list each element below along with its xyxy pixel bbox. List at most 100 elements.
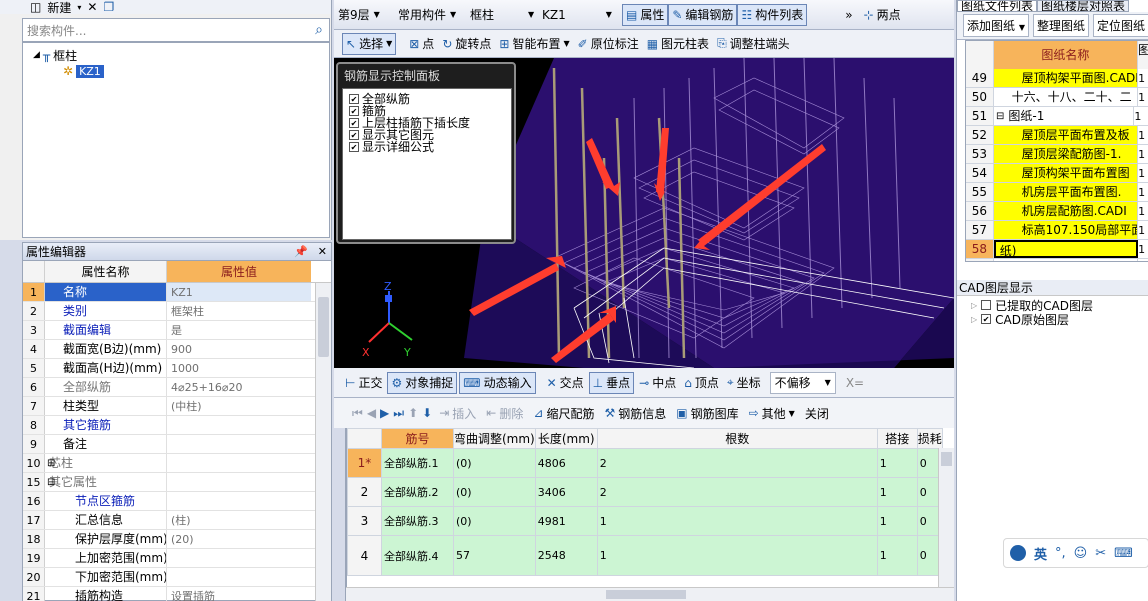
rebar-grid-hscrollbar[interactable] — [346, 587, 954, 601]
property-row[interactable]: 1 名称 KZ1 — [23, 283, 331, 302]
drawing-row[interactable]: 56 机房层配筋图.CADI 1 — [966, 202, 1148, 221]
rebar-lap[interactable]: 1 — [876, 477, 918, 507]
component-type-select[interactable]: 框柱 ▼ — [466, 4, 538, 26]
close-button[interactable]: 关闭 — [802, 402, 832, 424]
copy-icon[interactable]: ❐ — [103, 0, 114, 14]
organize-drawing-button[interactable]: 整理图纸 — [1033, 14, 1090, 37]
property-row[interactable]: 10 ⊞ 芯柱 — [23, 454, 331, 473]
emoji-icon[interactable]: ☺ — [1074, 546, 1088, 561]
rebar-grid-scrollbar[interactable] — [938, 448, 954, 601]
other-button[interactable]: ⇨ 其他 ▼ — [746, 402, 798, 424]
rebar-bend-adjust[interactable]: (0) — [453, 448, 536, 478]
intersection-button[interactable]: ✕ 交点 — [544, 372, 587, 394]
property-row[interactable]: 17 汇总信息 (柱) — [23, 511, 331, 530]
drawing-name[interactable]: 屋顶构架平面图.CADI — [993, 69, 1139, 87]
drawing-name[interactable]: 机房层配筋图.CADI — [993, 202, 1139, 220]
move-down-icon[interactable]: ⬇ — [422, 406, 432, 420]
ime-language[interactable]: 英 — [1034, 544, 1047, 563]
drawing-row[interactable]: 58 纸) 1 — [966, 240, 1148, 259]
property-value[interactable] — [167, 492, 311, 510]
component-list-button[interactable]: ☷ 构件列表 — [737, 3, 808, 26]
object-snap-button[interactable]: ⚙ 对象捕捉 — [387, 371, 458, 394]
property-row[interactable]: 15 ⊟ 其它属性 — [23, 473, 331, 492]
new-icon[interactable]: ◫ — [30, 0, 41, 14]
rebar-lap[interactable]: 1 — [876, 506, 918, 536]
first-record-icon[interactable]: ⏮ — [352, 406, 363, 421]
new-button[interactable]: 新建 — [47, 0, 71, 15]
property-value[interactable]: 900 — [167, 340, 311, 358]
cad-layer-original[interactable]: ▷ ✔ CAD原始图层 — [971, 312, 1069, 327]
rebar-bar-no[interactable]: 全部纵筋.1 — [381, 448, 454, 478]
drawing-row[interactable]: 53 屋顶层梁配筋图-1. 1 — [966, 145, 1148, 164]
tree-child-node[interactable]: ✲ KZ1 — [33, 63, 329, 79]
property-value[interactable] — [167, 435, 311, 453]
rebar-lap[interactable]: 1 — [876, 535, 918, 576]
property-row[interactable]: 16 节点区箍筋 — [23, 492, 331, 511]
drawing-name[interactable]: 屋顶层平面布置及板 — [993, 126, 1139, 144]
rotate-point-button[interactable]: ↻ 旋转点 — [439, 33, 494, 55]
rebar-row[interactable]: 1* 全部纵筋.1 (0) 4806 2 1 0 — [347, 448, 943, 478]
insert-button[interactable]: ⇥ 插入 — [436, 402, 479, 424]
collapse-icon[interactable]: ⊟ — [994, 107, 1004, 125]
search-input[interactable]: 搜索构件... ⌕ — [22, 18, 330, 42]
ime-toolbar[interactable]: 英 °, ☺ ✂ ⌨ — [1003, 538, 1148, 568]
property-value[interactable] — [167, 416, 311, 434]
rebar-bar-no[interactable]: 全部纵筋.3 — [381, 506, 454, 536]
point-button[interactable]: ⊠ 点 — [406, 33, 437, 55]
scale-rebar-button[interactable]: ⊿ 缩尺配筋 — [530, 402, 597, 424]
search-icon[interactable]: ⌕ — [315, 22, 323, 38]
add-drawing-button[interactable]: 添加图纸 ▼ — [963, 14, 1029, 37]
in-situ-annotation-button[interactable]: ✐ 原位标注 — [575, 33, 642, 55]
midpoint-button[interactable]: ⊸ 中点 — [636, 372, 679, 394]
rebar-count[interactable]: 2 — [596, 448, 878, 478]
checkbox-checked-icon[interactable]: ✔ — [349, 142, 359, 152]
property-row[interactable]: 3 截面编辑是 — [23, 321, 331, 340]
tools-icon[interactable]: ✂ — [1095, 546, 1106, 561]
property-value[interactable]: 框架柱 — [167, 302, 311, 320]
property-scrollbar[interactable] — [315, 283, 331, 601]
property-value[interactable]: 1000 — [167, 359, 311, 377]
rebar-count[interactable]: 2 — [596, 477, 878, 507]
property-value[interactable] — [167, 549, 311, 567]
property-row[interactable]: 5 截面高(H边)(mm) 1000 — [23, 359, 331, 378]
option-show-detailed-formula[interactable]: ✔ 显示详细公式 — [349, 141, 505, 153]
property-row[interactable]: 8 其它箍筋 — [23, 416, 331, 435]
checkbox-unchecked-icon[interactable] — [981, 300, 992, 310]
tree-child-label[interactable]: KZ1 — [76, 64, 104, 78]
drawing-name[interactable]: 图纸-1 — [1004, 107, 1135, 125]
drawing-name[interactable]: 屋顶层梁配筋图-1. — [993, 145, 1139, 163]
property-button[interactable]: ▤ 属性 — [622, 3, 669, 26]
drawing-row[interactable]: 54 屋顶构架平面布置图 1 — [966, 164, 1148, 183]
checkbox-checked-icon[interactable]: ✔ — [981, 314, 992, 324]
rebar-bar-no[interactable]: 全部纵筋.4 — [381, 535, 454, 576]
property-row[interactable]: 6 全部纵筋 4⌀25+16⌀20 — [23, 378, 331, 397]
vertex-button[interactable]: ⌂ 顶点 — [681, 372, 722, 394]
delete-button[interactable]: ⇤ 删除 — [483, 402, 526, 424]
drawing-name[interactable]: 十六、十八、二十、二 — [994, 88, 1139, 106]
drawing-name[interactable]: BB40 屋顶平面图 — [994, 259, 1139, 261]
rebar-lap[interactable]: 1 — [876, 448, 918, 478]
adjust-end-button[interactable]: ⎘ 调整柱端头 — [714, 33, 793, 55]
rebar-length[interactable]: 2548 — [534, 535, 598, 576]
move-up-icon[interactable]: ⬆ — [408, 406, 418, 420]
expand-icon[interactable]: ▷ — [971, 301, 977, 310]
drawing-row[interactable]: BB40 屋顶平面图1 — [966, 259, 1148, 261]
rebar-bar-no[interactable]: 全部纵筋.2 — [381, 477, 454, 507]
drawing-name[interactable]: 纸) — [993, 240, 1139, 258]
tab-drawing-floor-map[interactable]: 图纸楼层对照表 — [1037, 0, 1130, 12]
component-select[interactable]: KZ1 ▼ — [538, 4, 622, 26]
rebar-length[interactable]: 4981 — [534, 506, 598, 536]
drawing-row[interactable]: 55 机房层平面布置图. 1 — [966, 183, 1148, 202]
keyboard-icon[interactable]: ⌨ — [1114, 546, 1133, 561]
rebar-bend-adjust[interactable]: (0) — [453, 477, 536, 507]
locate-drawing-button[interactable]: 定位图纸 — [1093, 14, 1148, 37]
checkbox-checked-icon[interactable]: ✔ — [349, 94, 359, 104]
property-row[interactable]: 9 备注 — [23, 435, 331, 454]
rebar-row[interactable]: 4 全部纵筋.4 57 2548 1 1 0 — [347, 535, 943, 576]
smart-layout-button[interactable]: ⊞ 智能布置 ▼ — [496, 33, 572, 55]
last-record-icon[interactable]: ⏭ — [393, 406, 404, 421]
property-value[interactable]: (20) — [167, 530, 311, 548]
rebar-bend-adjust[interactable]: 57 — [453, 535, 536, 576]
property-row[interactable]: 21 插筋构造 设置插筋 — [23, 587, 331, 601]
property-value[interactable]: (中柱) — [167, 397, 311, 415]
